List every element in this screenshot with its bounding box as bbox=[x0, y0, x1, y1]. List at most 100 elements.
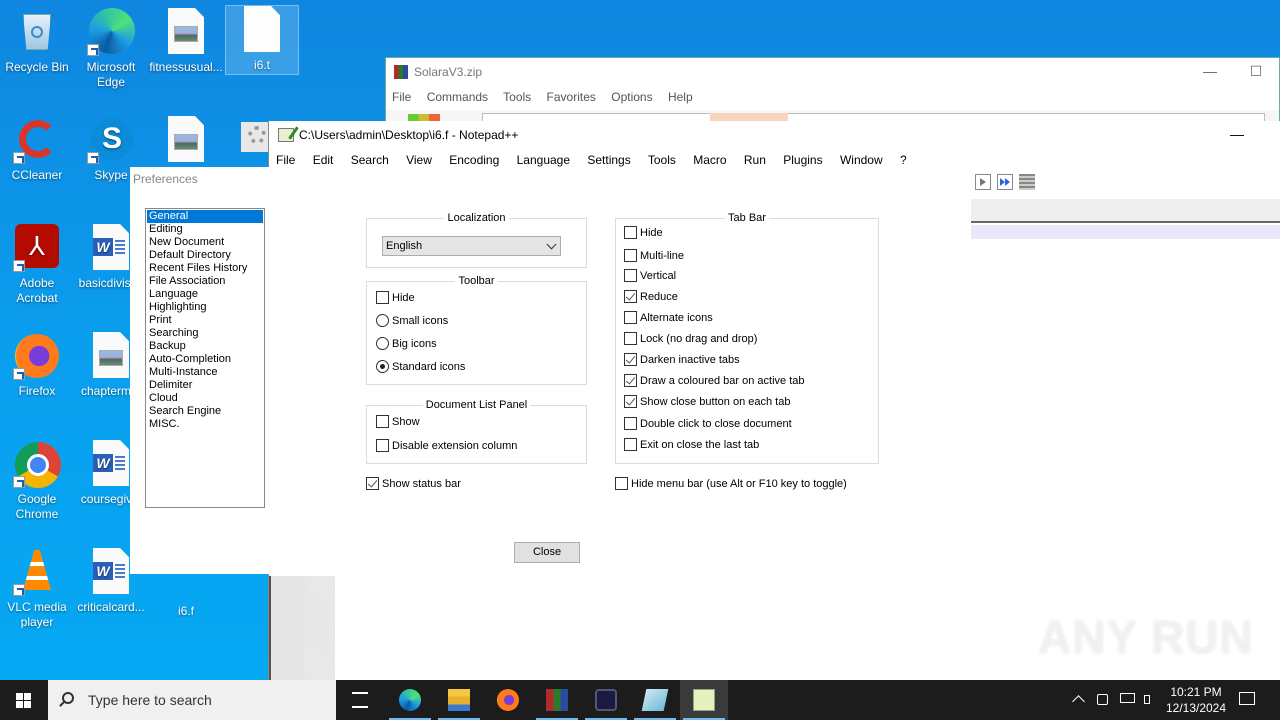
winrar-menu-tools[interactable]: Tools bbox=[503, 90, 531, 104]
winrar-menu-file[interactable]: File bbox=[392, 90, 411, 104]
tray-volume[interactable] bbox=[1142, 680, 1160, 720]
tabbar-close-button-checkbox[interactable]: Show close button on each tab bbox=[624, 395, 790, 411]
run-macro-multiple-icon[interactable] bbox=[997, 174, 1013, 190]
tabbar-vertical-checkbox[interactable]: Vertical bbox=[624, 269, 676, 285]
winrar-menu-commands[interactable]: Commands bbox=[427, 90, 488, 104]
notification-icon bbox=[1239, 692, 1255, 705]
category-file-association[interactable]: File Association bbox=[147, 275, 263, 288]
category-backup[interactable]: Backup bbox=[147, 340, 263, 353]
chrome-icon bbox=[13, 440, 61, 488]
desktop-icon-fitnessusual[interactable]: fitnessusual... bbox=[149, 8, 223, 75]
category-new-document[interactable]: New Document bbox=[147, 236, 263, 249]
taskbar-firefox[interactable] bbox=[484, 680, 532, 720]
vlc-icon bbox=[13, 548, 61, 596]
menu-window[interactable]: Window bbox=[840, 153, 883, 167]
tabbar-hide-checkbox[interactable]: Hide bbox=[624, 226, 663, 242]
tray-camera[interactable] bbox=[1094, 680, 1112, 720]
menu-run[interactable]: Run bbox=[744, 153, 766, 167]
winrar-minimize-button[interactable]: — bbox=[1187, 58, 1233, 86]
winrar-title-bar[interactable]: SolaraV3.zip — ☐ bbox=[386, 58, 1279, 86]
notepadpp-title-bar[interactable]: C:\Users\admin\Desktop\i6.f - Notepad++ … bbox=[269, 121, 1280, 149]
category-recent-files-history[interactable]: Recent Files History bbox=[147, 262, 263, 275]
hide-menu-bar-checkbox[interactable]: Hide menu bar (use Alt or F10 key to tog… bbox=[615, 477, 847, 493]
menu-help[interactable]: ? bbox=[900, 153, 907, 167]
menu-edit[interactable]: Edit bbox=[313, 153, 334, 167]
menu-encoding[interactable]: Encoding bbox=[449, 153, 499, 167]
desktop-icon-ccleaner[interactable]: CCleaner bbox=[0, 116, 74, 183]
desktop-icon-firefox[interactable]: Firefox bbox=[0, 332, 74, 399]
category-delimiter[interactable]: Delimiter bbox=[147, 379, 263, 392]
start-button[interactable] bbox=[0, 680, 48, 720]
tray-network[interactable] bbox=[1118, 680, 1138, 720]
close-button[interactable]: Close bbox=[514, 542, 580, 563]
taskbar-notepadpp[interactable] bbox=[680, 680, 728, 720]
category-print[interactable]: Print bbox=[147, 314, 263, 327]
tabbar-reduce-checkbox[interactable]: Reduce bbox=[624, 290, 678, 306]
winrar-menu-options[interactable]: Options bbox=[611, 90, 652, 104]
language-select[interactable]: English bbox=[382, 236, 561, 256]
menu-file[interactable]: File bbox=[276, 153, 295, 167]
category-misc[interactable]: MISC. bbox=[147, 418, 263, 431]
toolbar-big-icons-radio[interactable]: Big icons bbox=[376, 337, 437, 353]
taskbar-search-box[interactable]: Type here to search bbox=[48, 680, 336, 720]
category-editing[interactable]: Editing bbox=[147, 223, 263, 236]
menu-settings[interactable]: Settings bbox=[587, 153, 630, 167]
toolbar-hide-checkbox[interactable]: Hide bbox=[376, 291, 415, 307]
menu-search[interactable]: Search bbox=[351, 153, 389, 167]
checkbox-icon bbox=[376, 439, 389, 452]
category-general[interactable]: General bbox=[147, 210, 263, 223]
category-list[interactable]: General Editing New Document Default Dir… bbox=[145, 208, 265, 508]
desktop-icon-vlc[interactable]: VLC media player bbox=[0, 548, 74, 630]
desktop-icon-google-chrome[interactable]: Google Chrome bbox=[0, 440, 74, 522]
category-language[interactable]: Language bbox=[147, 288, 263, 301]
winrar-menu-favorites[interactable]: Favorites bbox=[547, 90, 596, 104]
menu-tools[interactable]: Tools bbox=[648, 153, 676, 167]
desktop-icon-image-file[interactable] bbox=[149, 116, 223, 168]
taskbar-file-explorer[interactable] bbox=[435, 680, 483, 720]
tabbar-coloured-bar-checkbox[interactable]: Draw a coloured bar on active tab bbox=[624, 374, 804, 390]
menu-plugins[interactable]: Plugins bbox=[783, 153, 822, 167]
word-document-icon: W bbox=[93, 440, 129, 486]
notepadpp-minimize-button[interactable]: — bbox=[1214, 121, 1260, 149]
doclist-disable-extension-checkbox[interactable]: Disable extension column bbox=[376, 439, 517, 455]
desktop-icon-recycle-bin[interactable]: Recycle Bin bbox=[0, 8, 74, 75]
category-multi-instance[interactable]: Multi-Instance bbox=[147, 366, 263, 379]
tabbar-double-click-close-checkbox[interactable]: Double click to close document bbox=[624, 417, 792, 433]
desktop-icon-i6t[interactable]: i6.t bbox=[225, 5, 299, 75]
menu-macro[interactable]: Macro bbox=[693, 153, 726, 167]
menu-language[interactable]: Language bbox=[517, 153, 570, 167]
taskbar-clock[interactable]: 10:21 PM 12/13/2024 bbox=[1160, 684, 1232, 716]
image-file-icon bbox=[168, 116, 204, 162]
task-view-button[interactable] bbox=[336, 680, 384, 720]
taskbar-winrar[interactable] bbox=[533, 680, 581, 720]
taskbar-notepad[interactable] bbox=[631, 680, 679, 720]
show-status-bar-checkbox[interactable]: Show status bar bbox=[366, 477, 461, 493]
tabbar-exit-on-close-checkbox[interactable]: Exit on close the last tab bbox=[624, 438, 759, 454]
tabbar-multiline-checkbox[interactable]: Multi-line bbox=[624, 249, 684, 265]
play-macro-icon[interactable] bbox=[975, 174, 991, 190]
taskbar-edge[interactable] bbox=[386, 680, 434, 720]
winrar-menu-help[interactable]: Help bbox=[668, 90, 693, 104]
toolbar-standard-icons-radio[interactable]: Standard icons bbox=[376, 360, 465, 376]
winrar-maximize-button[interactable]: ☐ bbox=[1233, 58, 1279, 86]
toolbar-small-icons-radio[interactable]: Small icons bbox=[376, 314, 448, 330]
menu-view[interactable]: View bbox=[406, 153, 432, 167]
taskbar-app[interactable] bbox=[582, 680, 630, 720]
tabbar-darken-inactive-checkbox[interactable]: Darken inactive tabs bbox=[624, 353, 740, 369]
desktop-icon-microsoft-edge[interactable]: Microsoft Edge bbox=[74, 8, 148, 90]
category-auto-completion[interactable]: Auto-Completion bbox=[147, 353, 263, 366]
tabbar-alternate-icons-checkbox[interactable]: Alternate icons bbox=[624, 311, 713, 327]
category-default-directory[interactable]: Default Directory bbox=[147, 249, 263, 262]
category-searching[interactable]: Searching bbox=[147, 327, 263, 340]
category-cloud[interactable]: Cloud bbox=[147, 392, 263, 405]
category-highlighting[interactable]: Highlighting bbox=[147, 301, 263, 314]
save-macro-icon[interactable] bbox=[1019, 174, 1035, 190]
doclist-show-checkbox[interactable]: Show bbox=[376, 415, 420, 431]
tabbar-lock-checkbox[interactable]: Lock (no drag and drop) bbox=[624, 332, 757, 348]
desktop-icon-adobe-acrobat[interactable]: ⅄ Adobe Acrobat bbox=[0, 224, 74, 306]
notification-center-button[interactable] bbox=[1236, 680, 1260, 720]
show-hidden-icons-button[interactable] bbox=[1070, 680, 1088, 720]
checkbox-icon bbox=[376, 415, 389, 428]
category-search-engine[interactable]: Search Engine bbox=[147, 405, 263, 418]
network-icon bbox=[1120, 693, 1135, 703]
